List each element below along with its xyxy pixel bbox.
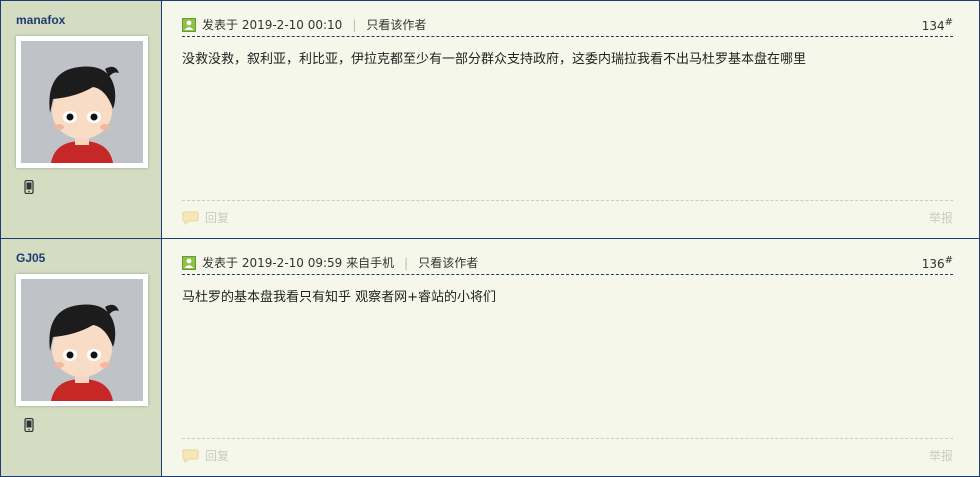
- online-icon: [182, 17, 196, 32]
- reply-icon: [182, 449, 199, 463]
- post-content: 发表于 2019-2-10 09:59 来自手机 | 只看该作者 136# 马杜…: [162, 239, 979, 476]
- floor-mark: #: [944, 255, 953, 266]
- phone-icon: [24, 418, 34, 432]
- avatar-icon: [21, 41, 143, 163]
- post-header: 发表于 2019-2-10 09:59 来自手机 | 只看该作者 136#: [182, 251, 953, 275]
- report-link[interactable]: 举报: [929, 209, 953, 226]
- post-136: GJ05 发表于 2019-2-10 09:59 来自手机 | 只看该作者 13…: [1, 238, 979, 476]
- report-link[interactable]: 举报: [929, 447, 953, 464]
- post-body: 马杜罗的基本盘我看只有知乎 观察者网+睿站的小将们: [182, 290, 497, 305]
- avatar-icon: [21, 279, 143, 401]
- post-footer: 回复 举报: [182, 200, 953, 226]
- avatar[interactable]: [16, 274, 148, 406]
- post-body: 没救没救，叙利亚，利比亚，伊拉克都至少有一部分群众支持政府，这委内瑞拉我看不出马…: [182, 52, 807, 67]
- reply-label: 回复: [205, 211, 230, 225]
- only-author-link[interactable]: 只看该作者: [418, 254, 478, 271]
- post-date: 发表于 2019-2-10 00:10: [202, 18, 343, 32]
- author-column: manafox: [1, 1, 162, 238]
- reply-label: 回复: [205, 449, 230, 463]
- only-author-link[interactable]: 只看该作者: [366, 16, 426, 33]
- divider: |: [352, 17, 357, 32]
- post-date: 发表于 2019-2-10 09:59 来自手机: [202, 256, 395, 270]
- post-footer: 回复 举报: [182, 438, 953, 464]
- floor-number[interactable]: 134#: [922, 17, 953, 33]
- post-134: manafox 发表于 2019-2-10 00:10 | 只看该作者 134#…: [1, 0, 979, 238]
- post-content: 发表于 2019-2-10 00:10 | 只看该作者 134# 没救没救，叙利…: [162, 1, 979, 238]
- floor-number-value: 134: [921, 19, 945, 33]
- floor-number-value: 136: [921, 257, 945, 271]
- avatar[interactable]: [16, 36, 148, 168]
- thread: manafox 发表于 2019-2-10 00:10 | 只看该作者 134#…: [0, 0, 980, 477]
- reply-icon: [182, 211, 199, 225]
- online-icon: [182, 255, 196, 270]
- author-name[interactable]: GJ05: [16, 251, 161, 265]
- author-column: GJ05: [1, 239, 162, 476]
- divider: |: [404, 255, 409, 270]
- phone-icon: [24, 180, 34, 194]
- author-name[interactable]: manafox: [16, 13, 161, 27]
- floor-mark: #: [944, 17, 953, 28]
- reply-button[interactable]: 回复: [182, 447, 229, 464]
- floor-number[interactable]: 136#: [922, 255, 953, 271]
- post-header: 发表于 2019-2-10 00:10 | 只看该作者 134#: [182, 13, 953, 37]
- reply-button[interactable]: 回复: [182, 209, 229, 226]
